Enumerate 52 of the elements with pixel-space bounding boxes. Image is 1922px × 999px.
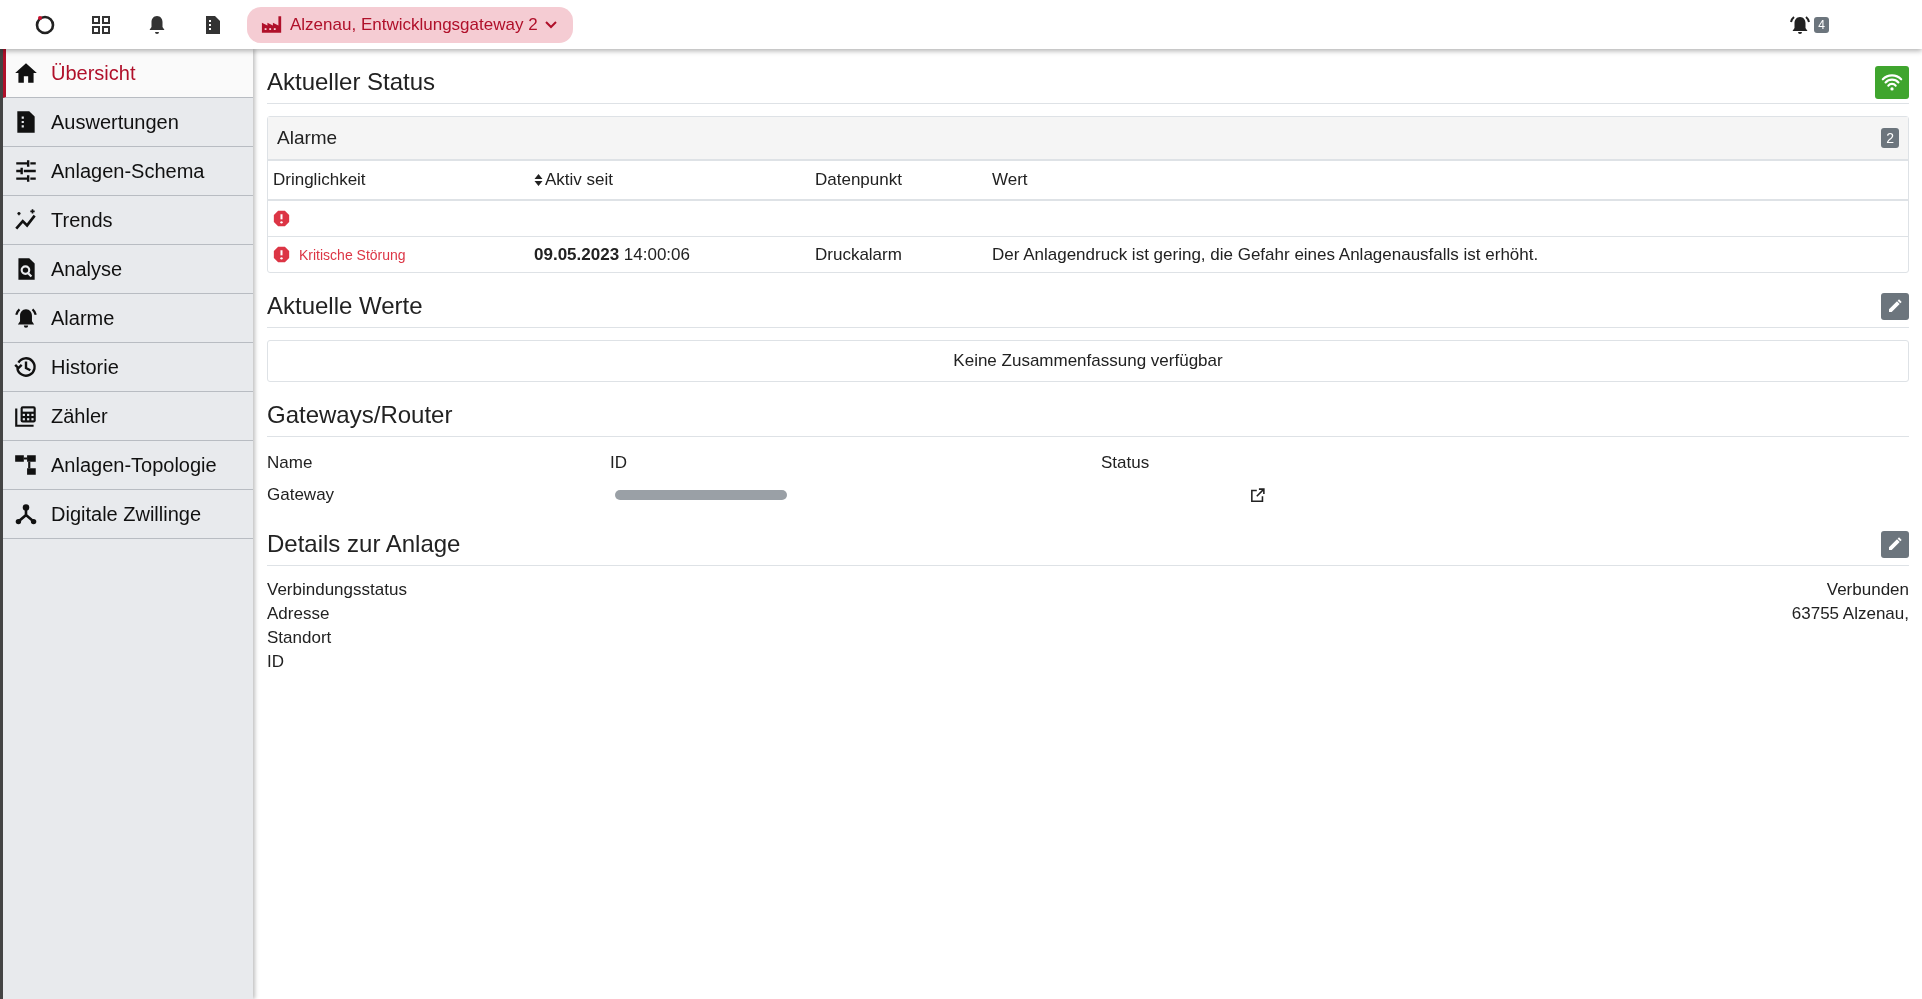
topology-icon bbox=[13, 452, 39, 478]
sidebar-item[interactable]: Alarme bbox=[3, 294, 253, 343]
external-link-icon[interactable] bbox=[1249, 486, 1266, 504]
factory-icon bbox=[261, 15, 283, 34]
sidebar-item[interactable]: Analyse bbox=[3, 245, 253, 294]
column-header: Status bbox=[1101, 453, 1151, 473]
edit-button[interactable] bbox=[1881, 292, 1909, 320]
column-header: Datenpunkt bbox=[814, 170, 903, 190]
section-title: Details zur Anlage bbox=[267, 530, 461, 558]
wifi-button[interactable] bbox=[1875, 65, 1909, 99]
column-header: Name bbox=[267, 453, 314, 473]
detail-label: Adresse bbox=[267, 604, 330, 624]
column-header: Wert bbox=[991, 170, 1029, 190]
table-cell: Druckalarm bbox=[815, 244, 902, 265]
table-cell: Der Anlagendruck ist gering, die Gefahr eines Anlagenausfalls ist erhöht. bbox=[992, 244, 1539, 265]
detail-label: Standort bbox=[267, 628, 332, 648]
detail-value: 63755 Alzenau, bbox=[1791, 604, 1909, 624]
detail-label: ID bbox=[267, 652, 284, 672]
section-title: Aktueller Status bbox=[267, 68, 436, 96]
site-selector[interactable]: Alzenau, Entwicklungsgateway 2 bbox=[247, 6, 573, 43]
count-badge: 2 bbox=[1881, 128, 1899, 148]
section-title: Aktuelle Werte bbox=[267, 292, 423, 320]
sidebar-item[interactable]: Historie bbox=[3, 343, 253, 392]
calculator-icon bbox=[13, 403, 39, 429]
sidebar-item[interactable]: Auswertungen bbox=[3, 98, 253, 147]
empty-message: Keine Zusammenfassung verfügbar bbox=[267, 340, 1909, 382]
severity-label: Kritische Störung bbox=[299, 246, 406, 263]
sidebar-item[interactable]: Digitale Zwillinge bbox=[3, 490, 253, 539]
alarm-count-badge: 4 bbox=[1814, 16, 1829, 33]
table-cell-text: Gateway bbox=[267, 485, 336, 505]
pencil-icon bbox=[1887, 298, 1903, 314]
edit-button[interactable] bbox=[1881, 530, 1909, 558]
pencil-icon bbox=[1887, 536, 1903, 552]
sidebar-item[interactable]: Anlagen-Topologie bbox=[3, 441, 253, 490]
detail-label: Verbindungsstatus bbox=[267, 580, 407, 600]
sidebar-item[interactable]: Trends bbox=[3, 196, 253, 245]
chevron-down-icon bbox=[544, 20, 557, 29]
column-header: ID bbox=[610, 453, 628, 473]
network-icon bbox=[13, 501, 39, 527]
sidebar-item[interactable]: Anlagen-Schema bbox=[3, 147, 253, 196]
sidebar-item[interactable]: Zähler bbox=[3, 392, 253, 441]
history-icon bbox=[13, 354, 39, 380]
sliders-icon bbox=[13, 158, 39, 184]
wifi-icon bbox=[1881, 71, 1903, 93]
section-title: Gateways/Router bbox=[267, 401, 453, 429]
column-header: Dringlichkeit bbox=[272, 170, 367, 190]
detail-value: Verbunden bbox=[1826, 580, 1909, 600]
sidebar-item[interactable]: Übersicht bbox=[3, 49, 253, 98]
card-title: Alarme bbox=[277, 127, 338, 149]
column-header[interactable]: Aktiv seit bbox=[529, 170, 810, 190]
sort-icon bbox=[534, 174, 543, 186]
table-cell: 09.05.2023 14:00:06 bbox=[534, 244, 690, 265]
